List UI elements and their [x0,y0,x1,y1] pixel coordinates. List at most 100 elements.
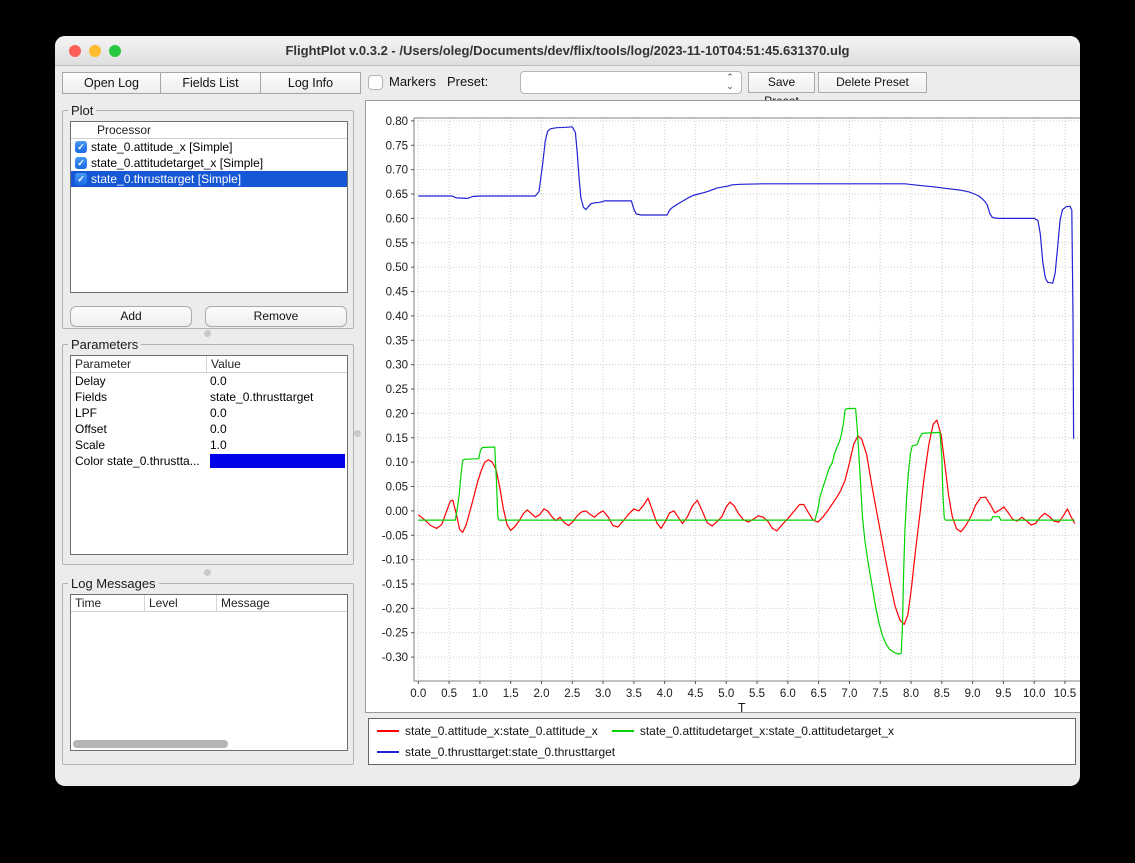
y-tick-label: -0.20 [382,603,408,615]
plot-area[interactable] [414,118,1080,681]
y-tick-label: 0.75 [386,140,408,152]
x-tick-label: 2.5 [564,688,580,700]
parameter-name: LPF [71,406,206,420]
y-tick-label: -0.10 [382,555,408,567]
legend-item: state_0.attitude_x:state_0.attitude_x [377,721,598,742]
preset-combobox[interactable]: ⌃⌄ [520,71,742,94]
y-tick-label: 0.15 [386,433,408,445]
chart-svg[interactable]: 0.00.51.01.52.02.53.03.54.04.55.05.56.06… [366,101,1080,712]
color-swatch[interactable] [210,454,345,468]
legend-label: state_0.attitudetarget_x:state_0.attitud… [640,724,894,738]
delete-preset-button[interactable]: Delete Preset [818,72,927,93]
open-log-button[interactable]: Open Log [62,72,161,94]
title-bar[interactable]: FlightPlot v.0.3.2 - /Users/oleg/Documen… [55,36,1080,66]
plot-series-table-header: Processor [71,122,347,139]
series-label: state_0.thrusttarget [Simple] [91,172,241,186]
x-tick-label: 9.5 [995,688,1011,700]
plot-series-row[interactable]: ✓ state_0.thrusttarget [Simple] [71,171,347,187]
x-tick-label: 4.0 [657,688,673,700]
x-tick-label: 0.5 [441,688,457,700]
fields-list-button[interactable]: Fields List [160,72,261,94]
combo-stepper-icon[interactable]: ⌃⌄ [723,73,737,93]
parameter-name: Color state_0.thrustta... [71,454,206,468]
x-tick-label: 8.5 [934,688,950,700]
x-axis-title: T [738,701,746,712]
x-tick-label: 3.0 [595,688,611,700]
save-preset-button[interactable]: Save Preset [748,72,815,93]
markers-checkbox[interactable] [368,75,383,90]
chart-panel[interactable]: 0.00.51.01.52.02.53.03.54.04.55.05.56.06… [365,100,1080,713]
plot-series-list: ✓ state_0.attitude_x [Simple] ✓ state_0.att… [71,139,347,187]
parameter-value: state_0.thrusttarget [206,390,347,404]
legend-label: state_0.attitude_x:state_0.attitude_x [405,724,598,738]
y-tick-label: 0.45 [386,287,408,299]
x-tick-label: 6.5 [811,688,827,700]
parameter-row[interactable]: Color state_0.thrustta... [71,453,347,469]
y-tick-label: 0.10 [386,457,408,469]
horizontal-scrollbar[interactable] [73,740,345,748]
splitter-handle[interactable] [204,569,211,576]
parameter-row[interactable]: Fieldsstate_0.thrusttarget [71,389,347,405]
remove-button[interactable]: Remove [205,306,347,327]
parameters-table[interactable]: Parameter Value Delay0.0Fieldsstate_0.th… [70,355,348,555]
series-checkbox[interactable]: ✓ [75,141,87,153]
y-tick-label: -0.30 [382,652,408,664]
y-tick-label: 0.25 [386,384,408,396]
y-tick-label: 0.20 [386,408,408,420]
markers-label: Markers [389,74,436,89]
x-tick-label: 4.5 [687,688,703,700]
x-tick-label: 10.0 [1023,688,1045,700]
series-checkbox[interactable]: ✓ [75,173,87,185]
splitter-handle[interactable] [204,330,211,337]
parameter-value: 0.0 [206,422,347,436]
series-checkbox[interactable]: ✓ [75,157,87,169]
parameter-row[interactable]: Offset0.0 [71,421,347,437]
plot-series-row[interactable]: ✓ state_0.attitudetarget_x [Simple] [71,155,347,171]
parameter-row[interactable]: Scale1.0 [71,437,347,453]
series-label: state_0.attitudetarget_x [Simple] [91,156,263,170]
parameter-row[interactable]: LPF0.0 [71,405,347,421]
app-window: FlightPlot v.0.3.2 - /Users/oleg/Documen… [55,36,1080,786]
parameters-panel-title: Parameters [68,337,141,352]
y-tick-label: 0.55 [386,238,408,250]
x-tick-label: 8.0 [903,688,919,700]
chart-legend: state_0.attitude_x:state_0.attitude_xsta… [368,718,1076,765]
y-tick-label: 0.40 [386,311,408,323]
parameter-name: Scale [71,438,206,452]
plot-series-table[interactable]: Processor ✓ state_0.attitude_x [Simple] ✓ s… [70,121,348,293]
splitter-handle[interactable] [354,430,361,437]
add-button[interactable]: Add [70,306,192,327]
y-tick-label: -0.15 [382,579,408,591]
y-tick-label: 0.80 [386,116,408,128]
scrollbar-thumb[interactable] [73,740,228,748]
y-tick-label: 0.50 [386,262,408,274]
legend-swatch-icon [612,730,634,732]
window-title: FlightPlot v.0.3.2 - /Users/oleg/Documen… [55,36,1080,66]
x-tick-label: 7.0 [841,688,857,700]
series-label: state_0.attitude_x [Simple] [91,140,232,154]
x-tick-label: 10.5 [1054,688,1076,700]
parameters-panel: Parameters Parameter Value Delay0.0Field… [62,337,354,565]
plot-panel: Plot Processor ✓ state_0.attitude_x [Simp… [62,103,354,329]
plot-series-row[interactable]: ✓ state_0.attitude_x [Simple] [71,139,347,155]
plot-panel-title: Plot [68,103,96,118]
log-info-button[interactable]: Log Info [260,72,361,94]
desktop-background: FlightPlot v.0.3.2 - /Users/oleg/Documen… [0,0,1135,863]
legend-label: state_0.thrusttarget:state_0.thrusttarge… [405,745,615,759]
x-tick-label: 5.0 [718,688,734,700]
log-messages-table[interactable]: Time Level Message [70,594,348,751]
x-tick-label: 5.5 [749,688,765,700]
y-tick-label: 0.05 [386,482,408,494]
parameter-value: 0.0 [206,406,347,420]
x-tick-label: 6.0 [780,688,796,700]
y-tick-label: 0.30 [386,360,408,372]
x-tick-label: 9.0 [965,688,981,700]
y-tick-label: -0.25 [382,628,408,640]
x-tick-label: 3.5 [626,688,642,700]
parameter-name: Delay [71,374,206,388]
parameter-name: Offset [71,422,206,436]
parameter-row[interactable]: Delay0.0 [71,373,347,389]
time-column-header: Time [71,595,144,611]
parameter-value: 0.0 [206,374,347,388]
legend-item: state_0.thrusttarget:state_0.thrusttarge… [377,742,615,763]
